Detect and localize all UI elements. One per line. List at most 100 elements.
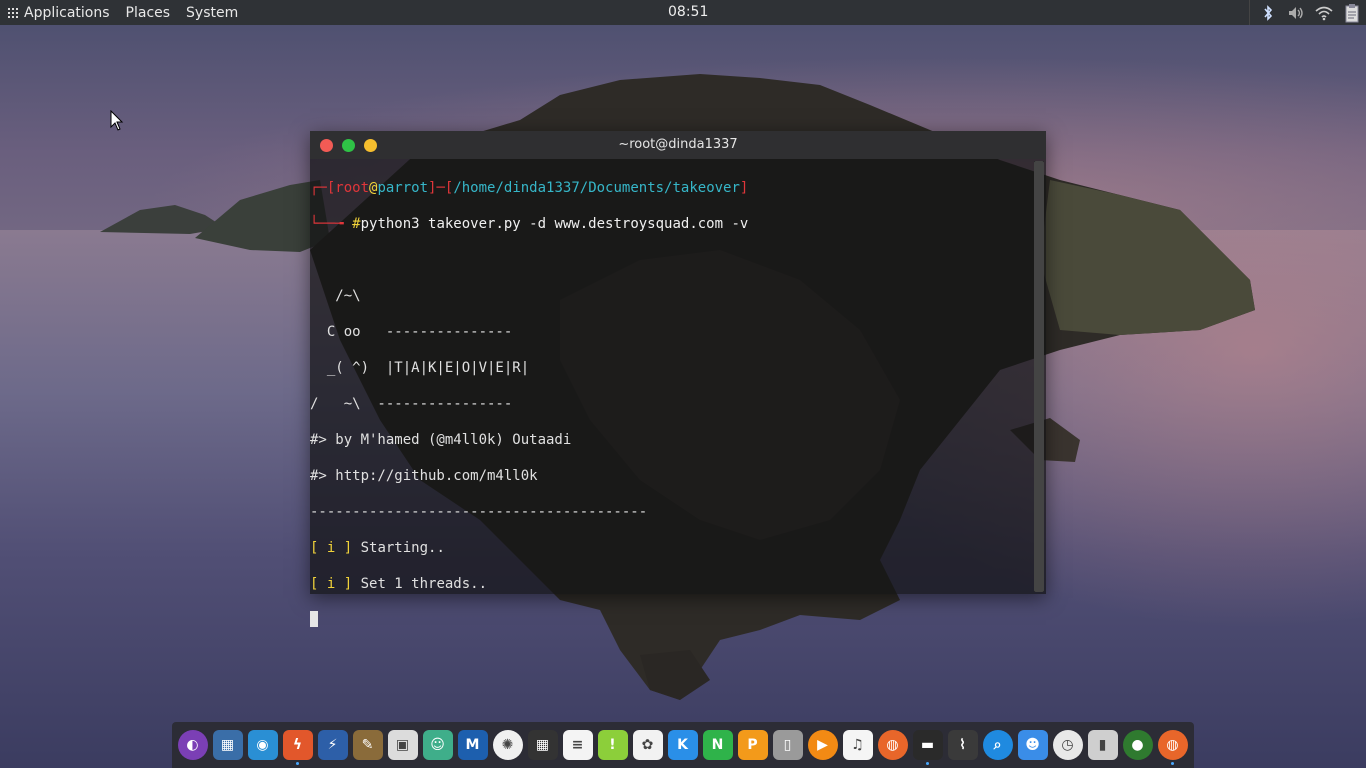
tray-separator: [1249, 0, 1250, 25]
prompt-user: root: [335, 180, 370, 196]
system-menu[interactable]: System: [178, 0, 246, 25]
banner-line: _( ^) |T|A|K|E|O|V|E|R|: [310, 360, 530, 376]
prompt-symbol: #: [352, 216, 361, 232]
dock-item[interactable]: ▯: [770, 725, 805, 765]
status-line: [ i ] Set 1 threads..: [310, 575, 1032, 593]
banner-line: /~\: [310, 288, 361, 304]
dock-item[interactable]: ♫: [840, 725, 875, 765]
paperclip-icon: ⌇: [947, 730, 978, 760]
dock-item[interactable]: ◉: [245, 725, 280, 765]
banner-line: C oo ---------------: [310, 324, 513, 340]
dock-item[interactable]: !: [595, 725, 630, 765]
dock-item[interactable]: ⌇: [945, 725, 980, 765]
volume-icon[interactable]: [1286, 3, 1306, 23]
dock-item[interactable]: ●: [1120, 725, 1155, 765]
top-panel: Applications Places System 08:51: [0, 0, 1366, 25]
running-indicator: [926, 762, 929, 765]
command-line: └──╼ #python3 takeover.py -d www.destroy…: [310, 216, 749, 232]
mouse-pointer-icon: [110, 110, 124, 131]
eye-icon: ◉: [247, 730, 278, 760]
clipboard-icon[interactable]: [1342, 3, 1362, 23]
keynote-icon: K: [667, 730, 698, 760]
dock-item[interactable]: K: [665, 725, 700, 765]
scrollbar-thumb[interactable]: [1034, 161, 1044, 592]
cursor-line: [310, 611, 1032, 629]
dock-item[interactable]: ▣: [385, 725, 420, 765]
dock-item[interactable]: P: [735, 725, 770, 765]
prompt-path: /home/dinda1337/Documents/takeover: [453, 180, 740, 196]
terminal-window[interactable]: ~root@dinda1337 ┌─[root@parrot]─[/home/d…: [310, 131, 1046, 627]
status-line: [ i ] Starting..: [310, 539, 1032, 557]
launcher-icon: ◐: [177, 730, 208, 760]
dock-item[interactable]: ◐: [175, 725, 210, 765]
dock-item[interactable]: ϟ: [280, 725, 315, 765]
gimp-icon: ✎: [352, 730, 383, 760]
dock-item[interactable]: ≡: [560, 725, 595, 765]
banner-line: #> http://github.com/m4ll0k: [310, 468, 538, 484]
archive-icon: ▯: [772, 730, 803, 760]
photos-icon: ✿: [632, 730, 663, 760]
minimize-button[interactable]: [342, 138, 355, 152]
dock-item[interactable]: ◷: [1050, 725, 1085, 765]
dock-item[interactable]: ◍: [1155, 725, 1190, 765]
text-editor-icon: ≡: [562, 730, 593, 760]
dock-item[interactable]: ☺: [420, 725, 455, 765]
dock-item[interactable]: ◍: [875, 725, 910, 765]
status-tag: [ i ]: [310, 540, 353, 556]
terminal-icon: ▬: [912, 730, 943, 760]
numbers-icon: N: [702, 730, 733, 760]
dock-item[interactable]: ⌕: [980, 725, 1015, 765]
coral-icon: ✺: [492, 730, 523, 760]
dock-item[interactable]: ⚡: [315, 725, 350, 765]
prompt-host: parrot: [377, 180, 429, 196]
banner-line: [310, 251, 1032, 269]
dock: ◐ ▦ ◉ ϟ ⚡ ✎ ▣ ☺ M ✺ ▦ ≡! ✿ K N P ▯ ▶ ♫ ◍ ▬ ⌇ ⌕ ☻ ◷ ▮ ● ◍: [172, 722, 1194, 768]
command-text: python3 takeover.py -d www.destroysquad.…: [360, 216, 749, 232]
status-text: Set 1 threads..: [352, 576, 488, 592]
banner-line: ----------------------------------------: [310, 504, 648, 520]
wifi-icon[interactable]: [1314, 3, 1334, 23]
applications-menu[interactable]: Applications: [0, 0, 118, 25]
avatar-app-icon: ☺: [422, 730, 453, 760]
dock-item[interactable]: ▮: [1085, 725, 1120, 765]
dock-item[interactable]: ▬: [910, 725, 945, 765]
panel-clock[interactable]: 08:51: [668, 4, 708, 20]
apps-grid-icon: [8, 7, 18, 18]
firefox-icon: ◍: [877, 730, 908, 760]
status-tag: [ i ]: [310, 576, 353, 592]
running-indicator: [296, 762, 299, 765]
terminal-scrollbar[interactable]: [1034, 161, 1044, 592]
finder-icon: ☻: [1017, 730, 1048, 760]
dock-item[interactable]: ▦: [210, 725, 245, 765]
terminal-output[interactable]: ┌─[root@parrot]─[/home/dinda1337/Documen…: [310, 161, 1032, 627]
media-player-icon: ▶: [807, 730, 838, 760]
terminal-titlebar[interactable]: ~root@dinda1337: [310, 131, 1046, 159]
applications-menu-label: Applications: [24, 4, 110, 21]
terminal-title: ~root@dinda1337: [618, 137, 738, 152]
maximize-button[interactable]: [364, 138, 377, 152]
calculator-icon: ▦: [527, 730, 558, 760]
system-tray: [1249, 0, 1366, 25]
text-cursor: [310, 611, 318, 627]
firefox-alt-icon: ◍: [1157, 730, 1188, 760]
dock-item[interactable]: ▶: [805, 725, 840, 765]
banner-line: #> by M'hamed (@m4ll0k) Outaadi: [310, 432, 572, 448]
dock-item[interactable]: ✿: [630, 725, 665, 765]
dock-item[interactable]: ☻: [1015, 725, 1050, 765]
status-text: Starting..: [352, 540, 445, 556]
dock-item[interactable]: ✎: [350, 725, 385, 765]
pages-icon: P: [737, 730, 768, 760]
image-viewer-icon: ▦: [212, 730, 243, 760]
search-icon: ⌕: [982, 730, 1013, 760]
close-button[interactable]: [320, 138, 333, 152]
places-menu[interactable]: Places: [118, 0, 179, 25]
banner-line: / ~\ ----------------: [310, 396, 513, 412]
dock-item[interactable]: ▦: [525, 725, 560, 765]
metasploit-icon: M: [457, 730, 488, 760]
dock-item[interactable]: N: [700, 725, 735, 765]
bluetooth-icon[interactable]: [1258, 3, 1278, 23]
window-controls: [320, 138, 377, 152]
dock-item[interactable]: ✺: [490, 725, 525, 765]
dock-item[interactable]: M: [455, 725, 490, 765]
prompt-line: ┌─[root@parrot]─[/home/dinda1337/Documen…: [310, 180, 749, 196]
